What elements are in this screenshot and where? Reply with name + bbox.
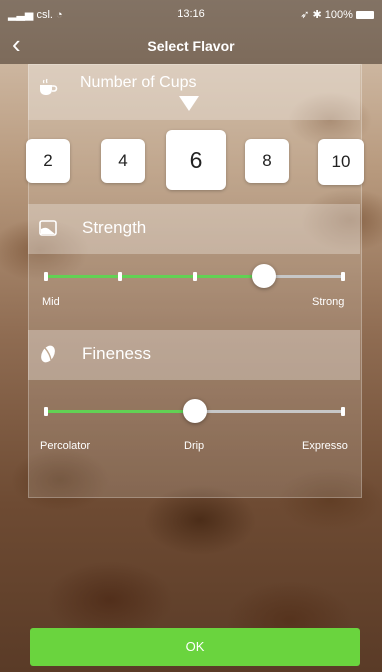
strength-icon [39,220,57,236]
coffee-bean-icon [41,345,55,363]
strength-min-label: Mid [42,296,60,308]
cup-option-8[interactable]: 8 [245,139,289,183]
fineness-label-expresso: Expresso [302,440,348,452]
strength-section-header: Strength [28,204,360,254]
screen: ▂▃▅ csl. ◔ 13:16 ➶ ✱ 100% ‹ Select Flavo… [0,0,382,672]
strength-fill [46,275,264,278]
cup-option-6[interactable]: 6 [166,130,226,190]
fineness-fill [46,410,195,413]
battery-label: 100% [324,9,353,21]
cup-option-10[interactable]: 10 [318,139,364,185]
cups-section-header: Number of Cups [28,64,360,120]
strength-tick [118,272,122,281]
strength-slider-knob[interactable] [251,264,276,288]
strength-max-label: Strong [312,296,345,308]
page-title: Select Flavor [147,38,235,54]
fineness-label-drip: Drip [184,440,205,452]
cups-label: Number of Cups [80,74,197,91]
fineness-label: Fineness [82,344,151,363]
nav-bar: ‹ Select Flavor [0,28,382,64]
fineness-label-percolator: Percolator [40,440,91,452]
status-bar: ▂▃▅ csl. ◔ 13:16 ➶ ✱ 100% [0,0,382,28]
ok-button[interactable]: OK [30,628,360,666]
strength-tick [193,272,197,281]
fineness-slider-knob[interactable] [183,399,207,423]
strength-tick [341,272,345,281]
cups-indicator-arrow [179,96,199,111]
fineness-tick [44,407,48,416]
bluetooth-icon: ✱ [312,9,322,21]
strength-label: Strength [82,218,147,237]
coffee-cup-icon [40,78,58,95]
status-right: ➶ ✱ 100% [300,8,374,21]
strength-tick [44,272,48,281]
location-icon: ➶ [300,9,310,21]
battery-icon [356,11,374,20]
cup-option-2[interactable]: 2 [26,139,70,183]
cup-option-4[interactable]: 4 [101,139,145,183]
fineness-section-header: Fineness [28,330,360,380]
fineness-tick [341,407,345,416]
